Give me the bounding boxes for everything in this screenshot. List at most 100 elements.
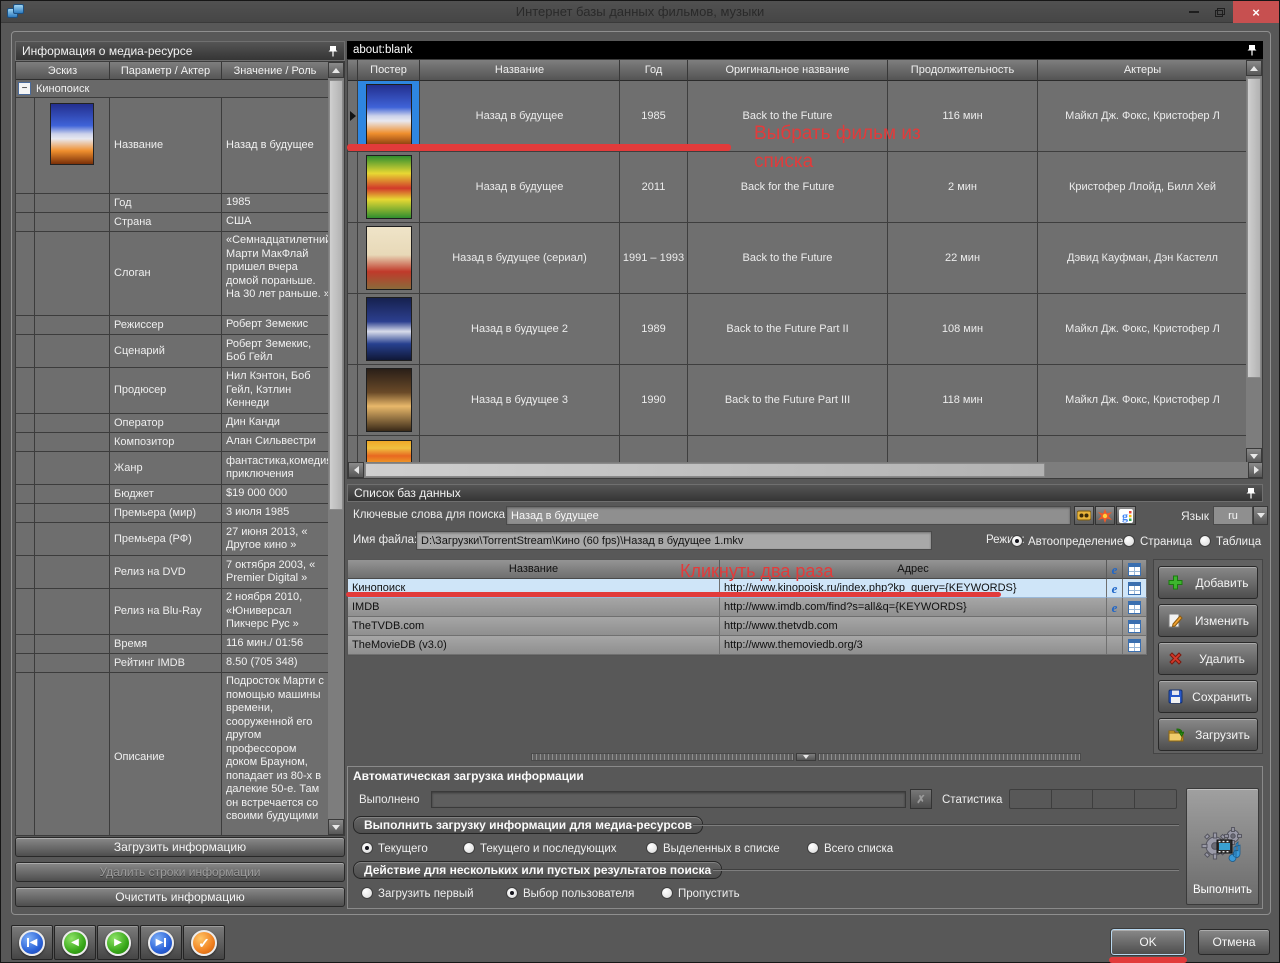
info-row[interactable]: Год1985 — [16, 194, 329, 213]
info-row[interactable]: СценарийРоберт Земекис, Боб Гейл — [16, 335, 329, 368]
scope-option-current[interactable]: Текущего — [361, 839, 428, 857]
radio-icon[interactable] — [506, 887, 518, 899]
movie-row[interactable]: Назад в будущее (сериал) 1991 – 1993 Bac… — [348, 223, 1248, 294]
scroll-thumb[interactable] — [329, 80, 343, 510]
radio-icon[interactable] — [1123, 535, 1135, 547]
col-year[interactable]: Год — [620, 60, 688, 81]
action-option-skip[interactable]: Пропустить — [661, 884, 740, 902]
radio-icon[interactable] — [646, 842, 658, 854]
delete-button[interactable]: Удалить — [1158, 642, 1258, 675]
media-search-icon[interactable] — [1074, 506, 1094, 525]
pin-icon[interactable] — [328, 45, 338, 57]
scroll-thumb[interactable] — [365, 463, 1045, 477]
info-row[interactable]: КомпозиторАлан Сильвестри — [16, 433, 329, 452]
apply-button[interactable]: ✓ — [183, 925, 225, 960]
radio-icon[interactable] — [661, 887, 673, 899]
minimize-button[interactable] — [1181, 1, 1207, 23]
movie-hscrollbar[interactable] — [348, 462, 1263, 478]
scope-option-current-and-next[interactable]: Текущего и последующих — [463, 839, 617, 857]
col-duration[interactable]: Продолжительность — [888, 60, 1038, 81]
col-db-name[interactable]: Название — [348, 560, 720, 579]
scroll-up-icon[interactable] — [1246, 60, 1262, 76]
db-row-imdb[interactable]: IMDB http://www.imdb.com/find?s=all&q={K… — [348, 598, 1147, 617]
scope-option-selected[interactable]: Выделенных в списке — [646, 839, 780, 857]
info-scrollbar[interactable] — [328, 62, 344, 835]
info-row[interactable]: РежиссерРоберт Земекис — [16, 316, 329, 335]
radio-icon[interactable] — [463, 842, 475, 854]
radio-icon[interactable] — [807, 842, 819, 854]
splitter-left[interactable] — [531, 753, 794, 761]
col-thumbnail[interactable]: Эскиз — [16, 62, 110, 80]
language-select[interactable]: ru — [1213, 506, 1253, 525]
info-row[interactable]: ОписаниеПодросток Марти с помощью машины… — [16, 673, 329, 836]
mode-option-autodetect[interactable]: Автоопределение — [1011, 532, 1123, 550]
cancel-button[interactable]: Отмена — [1198, 929, 1270, 955]
movie-row[interactable]: Назад в будущее 2 1989 Back to the Futur… — [348, 294, 1248, 365]
info-group-row[interactable]: − Кинопоиск — [16, 80, 329, 98]
collapse-icon[interactable]: − — [18, 82, 31, 95]
db-row-thetvdb[interactable]: TheTVDB.com http://www.thetvdb.com — [348, 617, 1147, 636]
info-row[interactable]: Релиз на Blu-Ray2 ноября 2010, «Юниверса… — [16, 589, 329, 635]
info-row[interactable]: Релиз на DVD7 октября 2003, « Premier Di… — [16, 556, 329, 589]
info-row[interactable]: ПродюсерНил Кэнтон, Боб Гейл, Кэтлин Кен… — [16, 368, 329, 414]
browser-icon[interactable]: e — [1107, 598, 1123, 617]
info-row[interactable]: Премьера (РФ)27 июня 2013, « Другое кино… — [16, 523, 329, 556]
info-row[interactable]: Бюджет$19 000 000 — [16, 485, 329, 504]
kinopoisk-icon[interactable] — [1095, 506, 1115, 525]
action-option-load-first[interactable]: Загрузить первый — [361, 884, 474, 902]
action-option-user-choice[interactable]: Выбор пользователя — [506, 884, 634, 902]
movie-vscrollbar[interactable] — [1246, 60, 1262, 464]
info-row[interactable]: Премьера (мир)3 июля 1985 — [16, 504, 329, 523]
scroll-right-icon[interactable] — [1248, 462, 1263, 478]
load-info-button[interactable]: Загрузить информацию — [15, 837, 345, 857]
radio-icon[interactable] — [361, 887, 373, 899]
browser-icon[interactable]: e — [1107, 579, 1123, 598]
scroll-up-icon[interactable] — [328, 62, 344, 78]
info-row[interactable]: Жанрфантастика,комедия, приключения — [16, 452, 329, 485]
radio-icon[interactable] — [1199, 535, 1211, 547]
clear-info-button[interactable]: Очистить информацию — [15, 887, 345, 907]
add-button[interactable]: Добавить — [1158, 566, 1258, 599]
google-icon[interactable]: g — [1116, 506, 1136, 525]
table-mode-icon[interactable] — [1123, 598, 1147, 617]
nav-last-button[interactable]: ▶ — [140, 925, 182, 960]
scope-option-whole-list[interactable]: Всего списка — [807, 839, 893, 857]
scroll-thumb[interactable] — [1247, 78, 1261, 378]
movie-row[interactable]: Назад в будущее 3 1990 Back to the Futur… — [348, 365, 1248, 436]
info-row[interactable]: ОператорДин Канди — [16, 414, 329, 433]
splitter-collapse-icon[interactable] — [796, 753, 816, 761]
execute-button[interactable]: Выполнить — [1186, 788, 1259, 905]
pin-icon[interactable] — [1247, 44, 1257, 56]
edit-button[interactable]: Изменить — [1158, 604, 1258, 637]
language-dropdown-icon[interactable] — [1253, 506, 1268, 525]
table-mode-icon[interactable] — [1123, 579, 1147, 598]
close-button[interactable]: × — [1233, 1, 1279, 23]
col-value[interactable]: Значение / Роль — [222, 62, 329, 80]
nav-next-button[interactable]: ▶ — [97, 925, 139, 960]
keywords-input[interactable]: Назад в будущее — [506, 506, 1071, 525]
splitter-right[interactable] — [818, 753, 1081, 761]
ok-button[interactable]: OK — [1111, 929, 1185, 955]
scroll-down-icon[interactable] — [328, 819, 344, 835]
table-mode-icon[interactable] — [1123, 636, 1147, 655]
scroll-left-icon[interactable] — [348, 462, 364, 478]
nav-previous-button[interactable]: ◀ — [54, 925, 96, 960]
table-mode-icon[interactable] — [1123, 617, 1147, 636]
radio-icon[interactable] — [1011, 535, 1023, 547]
pin-icon[interactable] — [1246, 487, 1256, 499]
info-row[interactable]: СтранаСША — [16, 213, 329, 232]
radio-icon[interactable] — [361, 842, 373, 854]
info-row[interactable]: Слоган«Семнадцатилетний Марти МакФлай пр… — [16, 232, 329, 316]
col-poster[interactable]: Постер — [358, 60, 420, 81]
info-row[interactable]: НазваниеНазад в будущее — [16, 98, 329, 194]
movie-row-partial[interactable] — [348, 436, 1248, 464]
mode-option-page[interactable]: Страница — [1123, 532, 1192, 550]
col-title[interactable]: Название — [420, 60, 620, 81]
col-actors[interactable]: Актеры — [1038, 60, 1248, 81]
col-original-title[interactable]: Оригинальное название — [688, 60, 888, 81]
mode-option-table[interactable]: Таблица — [1199, 532, 1261, 550]
info-row[interactable]: Рейтинг IMDB8.50 (705 348) — [16, 654, 329, 673]
restore-button[interactable] — [1207, 1, 1233, 23]
filename-input[interactable]: D:\Загрузки\TorrentStream\Кино (60 fps)\… — [416, 531, 932, 550]
load-button[interactable]: Загрузить — [1158, 718, 1258, 751]
